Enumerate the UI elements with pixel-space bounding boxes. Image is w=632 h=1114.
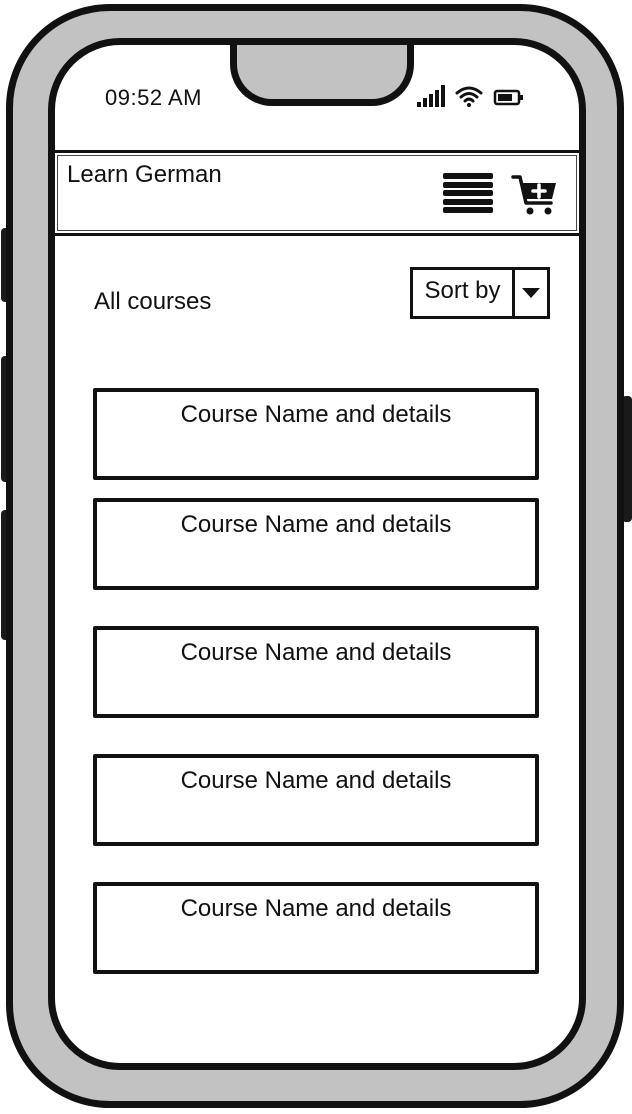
phone-notch — [230, 45, 414, 106]
course-card-label: Course Name and details — [180, 401, 452, 428]
add-to-cart-icon[interactable] — [511, 171, 559, 219]
hamburger-menu-icon[interactable] — [443, 173, 493, 213]
status-icons — [417, 81, 525, 107]
course-card-label: Course Name and details — [180, 511, 452, 538]
app-title: Learn German — [67, 161, 222, 188]
course-card[interactable]: Course Name and details — [93, 754, 539, 846]
course-card[interactable]: Course Name and details — [93, 388, 539, 480]
sort-label: Sort by — [413, 270, 515, 316]
course-card-label: Course Name and details — [180, 895, 452, 922]
course-card-label: Course Name and details — [180, 767, 452, 794]
chevron-down-icon[interactable] — [515, 270, 547, 316]
app-header: Learn German — [55, 150, 579, 236]
course-card[interactable]: Course Name and details — [93, 626, 539, 718]
course-card-label: Course Name and details — [180, 639, 452, 666]
status-time: 09:52 AM — [105, 85, 202, 110]
course-card[interactable]: Course Name and details — [93, 498, 539, 590]
page-heading: All courses — [94, 288, 212, 315]
phone-screen: 09:52 AM Learn German All courses Sort b… — [48, 38, 586, 1070]
wifi-icon — [455, 86, 483, 107]
cellular-signal-icon — [417, 85, 445, 107]
sort-dropdown[interactable]: Sort by — [410, 267, 550, 319]
course-card[interactable]: Course Name and details — [93, 882, 539, 974]
battery-icon — [493, 89, 523, 106]
